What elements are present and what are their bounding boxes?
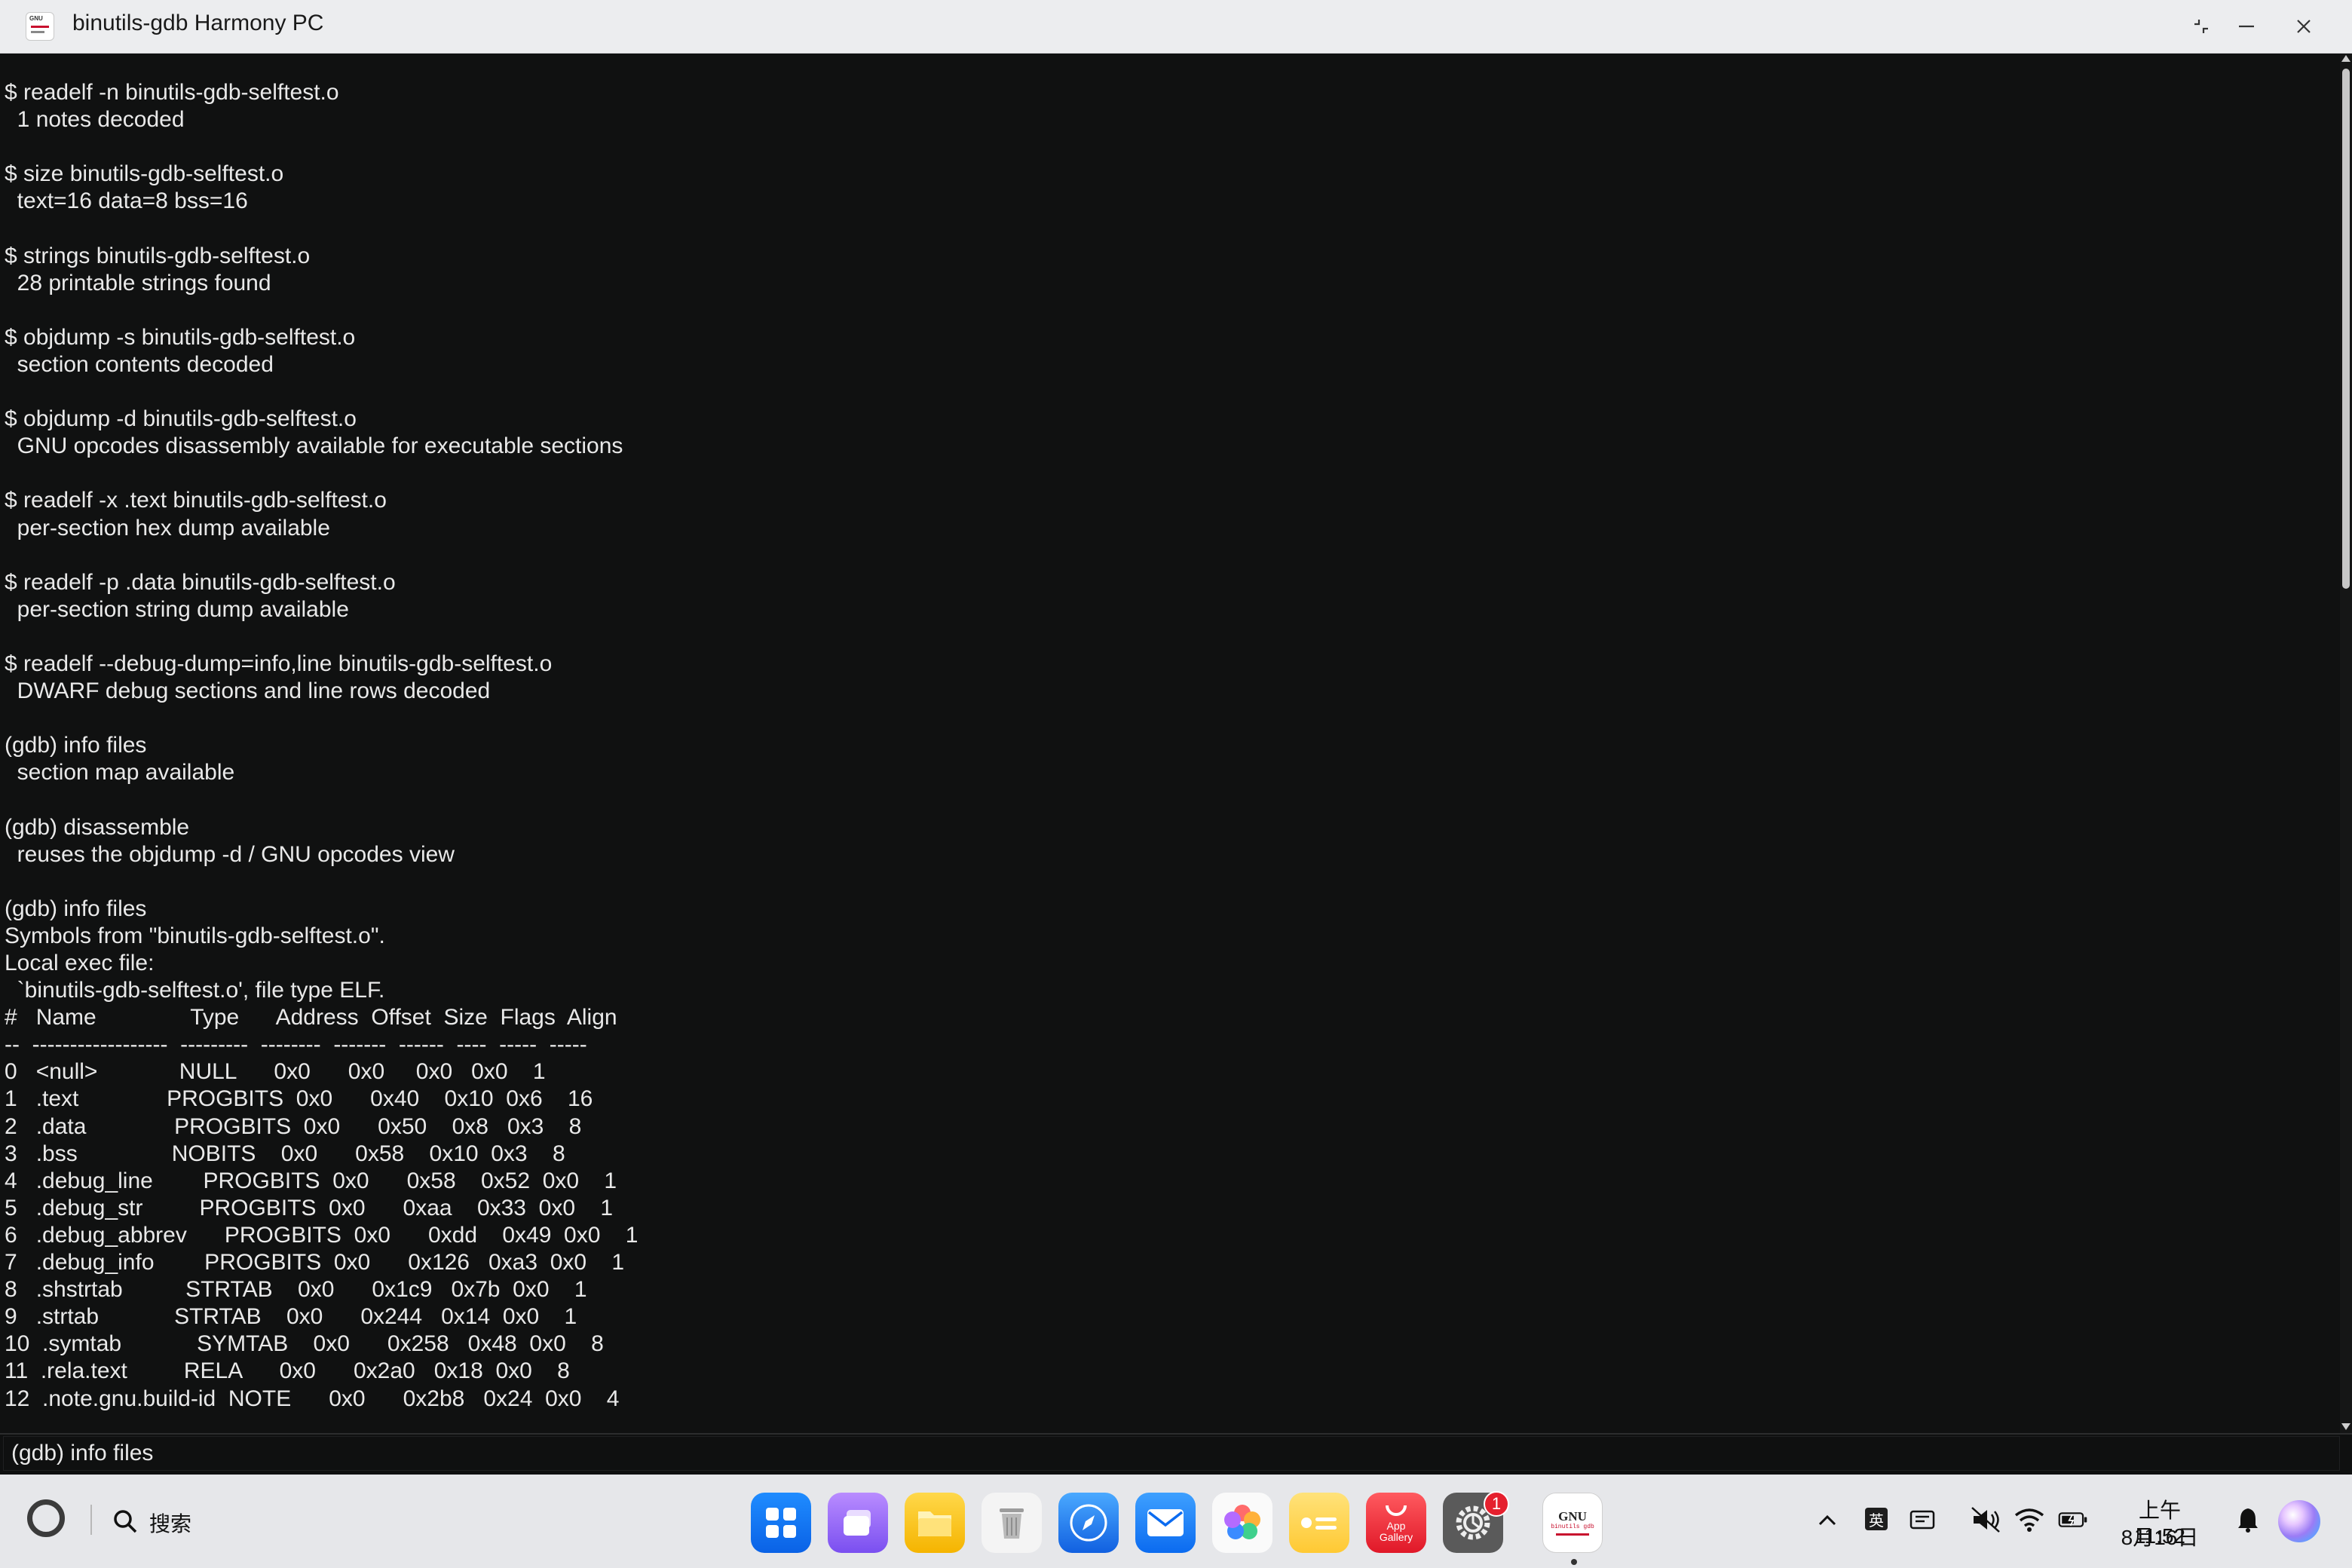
gnu-icon-text: GNU — [1558, 1509, 1587, 1524]
taskbar-divider — [90, 1505, 92, 1535]
restore-icon — [2194, 20, 2208, 33]
input-method-indicator[interactable]: 英 — [1865, 1508, 1888, 1530]
command-input[interactable] — [3, 1436, 2340, 1471]
wifi-icon[interactable] — [2014, 1505, 2044, 1535]
scrollbar-thumb[interactable] — [2342, 69, 2350, 589]
app-gallery-icon[interactable]: App Gallery — [1366, 1493, 1426, 1553]
ai-assistant-icon[interactable] — [2278, 1500, 2320, 1542]
settings-badge: 1 — [1484, 1491, 1509, 1517]
minimize-button[interactable] — [2228, 9, 2265, 44]
clipboard-icon[interactable] — [1907, 1505, 1937, 1535]
terminal-output[interactable]: $ readelf -n binutils-gdb-selftest.o 1 n… — [0, 54, 2340, 1433]
battery-charging-icon[interactable] — [2058, 1505, 2088, 1535]
minimize-icon — [2239, 25, 2254, 28]
recycle-bin-icon[interactable] — [982, 1493, 1042, 1553]
app-icon-text: GNU — [29, 15, 43, 22]
terminal-text: $ readelf -n binutils-gdb-selftest.o 1 n… — [5, 80, 639, 1411]
files-icon[interactable] — [905, 1493, 965, 1553]
app-icon: GNU — [26, 12, 54, 41]
scroll-down-arrow-icon[interactable] — [2341, 1423, 2350, 1430]
browser-icon[interactable] — [1058, 1493, 1119, 1553]
volume-muted-icon[interactable] — [1971, 1505, 2001, 1535]
gnu-icon-sub: binutils gdb — [1551, 1524, 1594, 1530]
gnu-binutils-app-icon[interactable]: GNU binutils gdb — [1542, 1493, 1603, 1553]
app-gallery-label: App Gallery — [1379, 1520, 1413, 1543]
close-icon — [2297, 20, 2311, 33]
notes-icon[interactable] — [1289, 1493, 1349, 1553]
scroll-up-arrow-icon[interactable] — [2341, 55, 2350, 62]
clock-date[interactable]: 8月16日 — [2118, 1521, 2201, 1551]
command-bar — [0, 1433, 2352, 1475]
close-button[interactable] — [2286, 9, 2322, 44]
start-button[interactable] — [27, 1499, 65, 1537]
gallery-icon[interactable] — [1212, 1493, 1272, 1553]
terminal-scrollbar[interactable] — [2340, 54, 2352, 1433]
multitask-icon[interactable] — [828, 1493, 888, 1553]
title-bar: GNU binutils-gdb Harmony PC — [0, 0, 2352, 54]
window-title: binutils-gdb Harmony PC — [72, 11, 324, 35]
tray-expand-icon[interactable] — [1812, 1505, 1842, 1535]
taskbar: 搜索 App Gallery 1 GNU binutils gdb 英 上午11… — [0, 1475, 2352, 1568]
restore-button[interactable] — [2183, 9, 2219, 44]
search-icon[interactable] — [112, 1508, 139, 1535]
notification-bell-icon[interactable] — [2233, 1505, 2263, 1535]
active-app-indicator — [1571, 1559, 1577, 1565]
search-button[interactable]: 搜索 — [149, 1508, 191, 1538]
app-center-icon[interactable] — [751, 1493, 811, 1553]
mail-icon[interactable] — [1135, 1493, 1196, 1553]
